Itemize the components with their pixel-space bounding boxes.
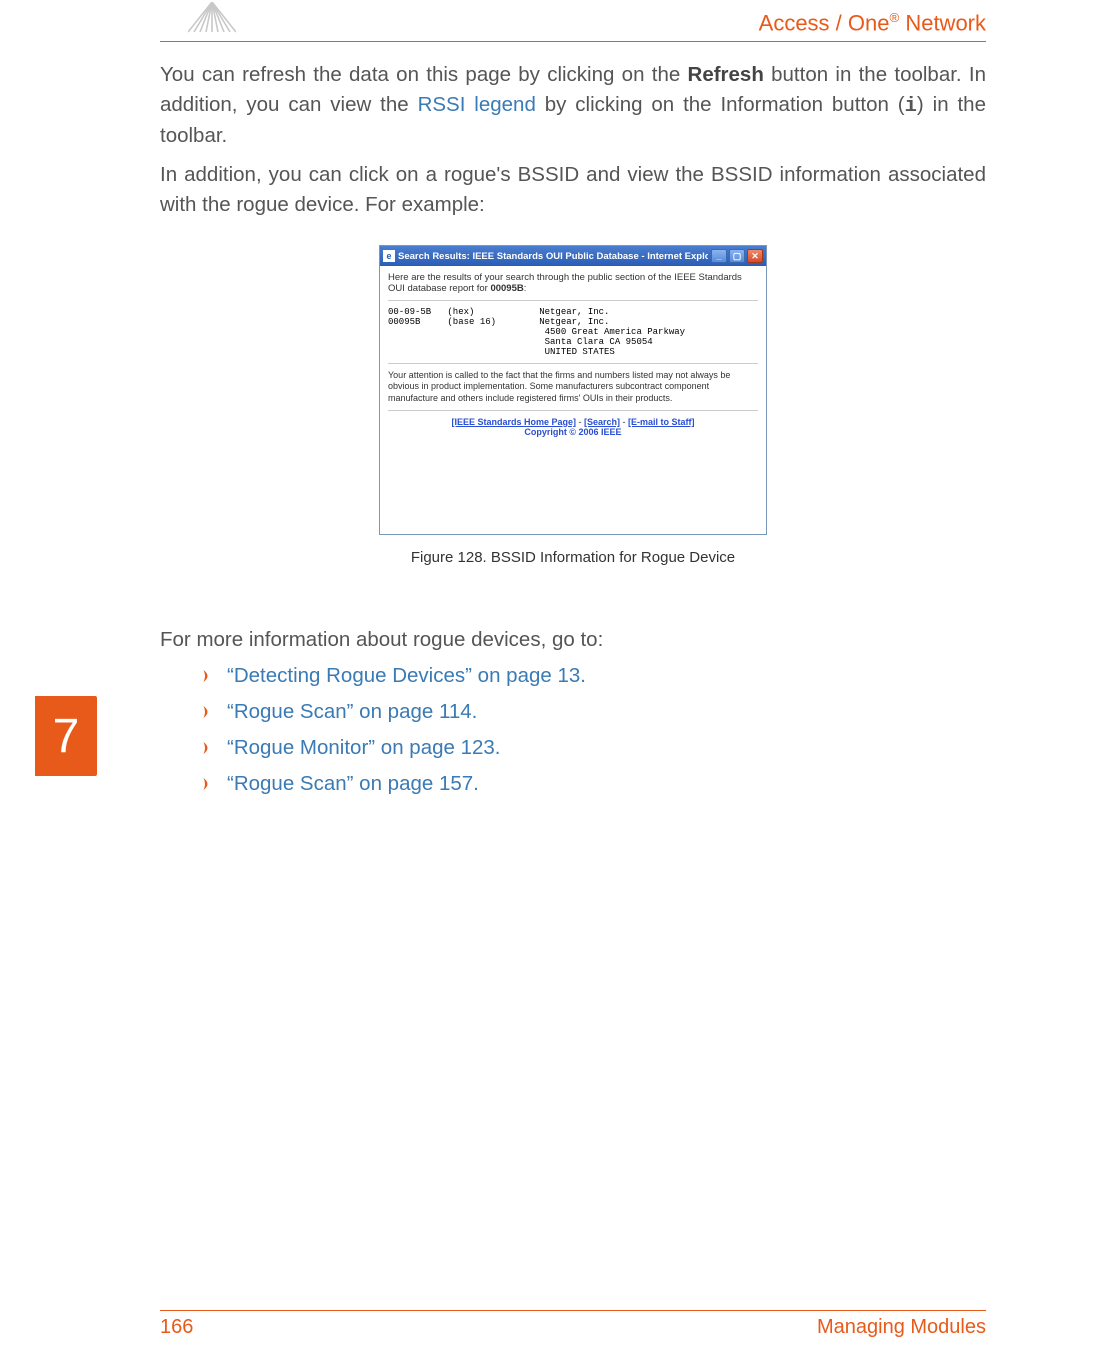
ie-titlebar: e Search Results: IEEE Standards OUI Pub… [380, 246, 766, 266]
ieee-home-link[interactable]: [IEEE Standards Home Page] [451, 417, 576, 427]
bullet-list: “Detecting Rogue Devices” on page 13. “R… [202, 664, 986, 808]
ieee-copyright: Copyright © 2006 IEEE [524, 427, 621, 437]
footer-rule [160, 1310, 986, 1311]
ie-content: Here are the results of your search thro… [380, 266, 766, 443]
list-item: “Rogue Scan” on page 157. [202, 772, 986, 796]
header-logo-icon [188, 2, 236, 40]
paragraph-bssid: In addition, you can click on a rogue's … [160, 160, 986, 219]
chapter-tab: 7 [35, 696, 97, 776]
figure-caption: Figure 128. BSSID Information for Rogue … [160, 549, 986, 566]
bullet-icon [202, 777, 213, 791]
header-product-title: Access / One® Network [759, 10, 986, 36]
ieee-search-link[interactable]: [Search] [584, 417, 620, 427]
page-number: 166 [160, 1316, 193, 1339]
link-rogue-scan-157[interactable]: “Rogue Scan” on page 157. [227, 772, 479, 796]
ie-note: Your attention is called to the fact tha… [388, 370, 758, 404]
list-item: “Detecting Rogue Devices” on page 13. [202, 664, 986, 688]
close-button[interactable]: ✕ [747, 249, 763, 263]
divider [388, 363, 758, 364]
divider [388, 300, 758, 301]
link-detecting-rogue[interactable]: “Detecting Rogue Devices” on page 13. [227, 664, 586, 688]
header-rule [160, 41, 986, 42]
list-item: “Rogue Scan” on page 114. [202, 700, 986, 724]
info-icon-char: i [905, 95, 917, 118]
ieee-email-link[interactable]: [E-mail to Staff] [628, 417, 695, 427]
paragraph-moreinfo: For more information about rogue devices… [160, 625, 986, 655]
figure-128: e Search Results: IEEE Standards OUI Pub… [160, 245, 986, 566]
minimize-button[interactable]: _ [711, 249, 727, 263]
bullet-icon [202, 669, 213, 683]
link-rogue-monitor[interactable]: “Rogue Monitor” on page 123. [227, 736, 501, 760]
bullet-icon [202, 741, 213, 755]
divider [388, 410, 758, 411]
ie-intro: Here are the results of your search thro… [388, 272, 758, 294]
link-rogue-scan-114[interactable]: “Rogue Scan” on page 114. [227, 700, 477, 724]
rssi-legend-link[interactable]: RSSI legend [418, 93, 536, 116]
ie-window-title: Search Results: IEEE Standards OUI Publi… [398, 251, 708, 262]
ie-footer-links: [IEEE Standards Home Page] - [Search] - … [388, 417, 758, 437]
paragraph-refresh: You can refresh the data on this page by… [160, 60, 986, 151]
list-item: “Rogue Monitor” on page 123. [202, 736, 986, 760]
footer-section-title: Managing Modules [817, 1316, 986, 1339]
ie-window: e Search Results: IEEE Standards OUI Pub… [379, 245, 767, 535]
maximize-button[interactable]: ▢ [729, 249, 745, 263]
ie-app-icon: e [383, 250, 395, 262]
ie-oui-block: 00-09-5B (hex) Netgear, Inc. 00095B (bas… [388, 307, 758, 357]
refresh-label: Refresh [688, 63, 764, 86]
bullet-icon [202, 705, 213, 719]
